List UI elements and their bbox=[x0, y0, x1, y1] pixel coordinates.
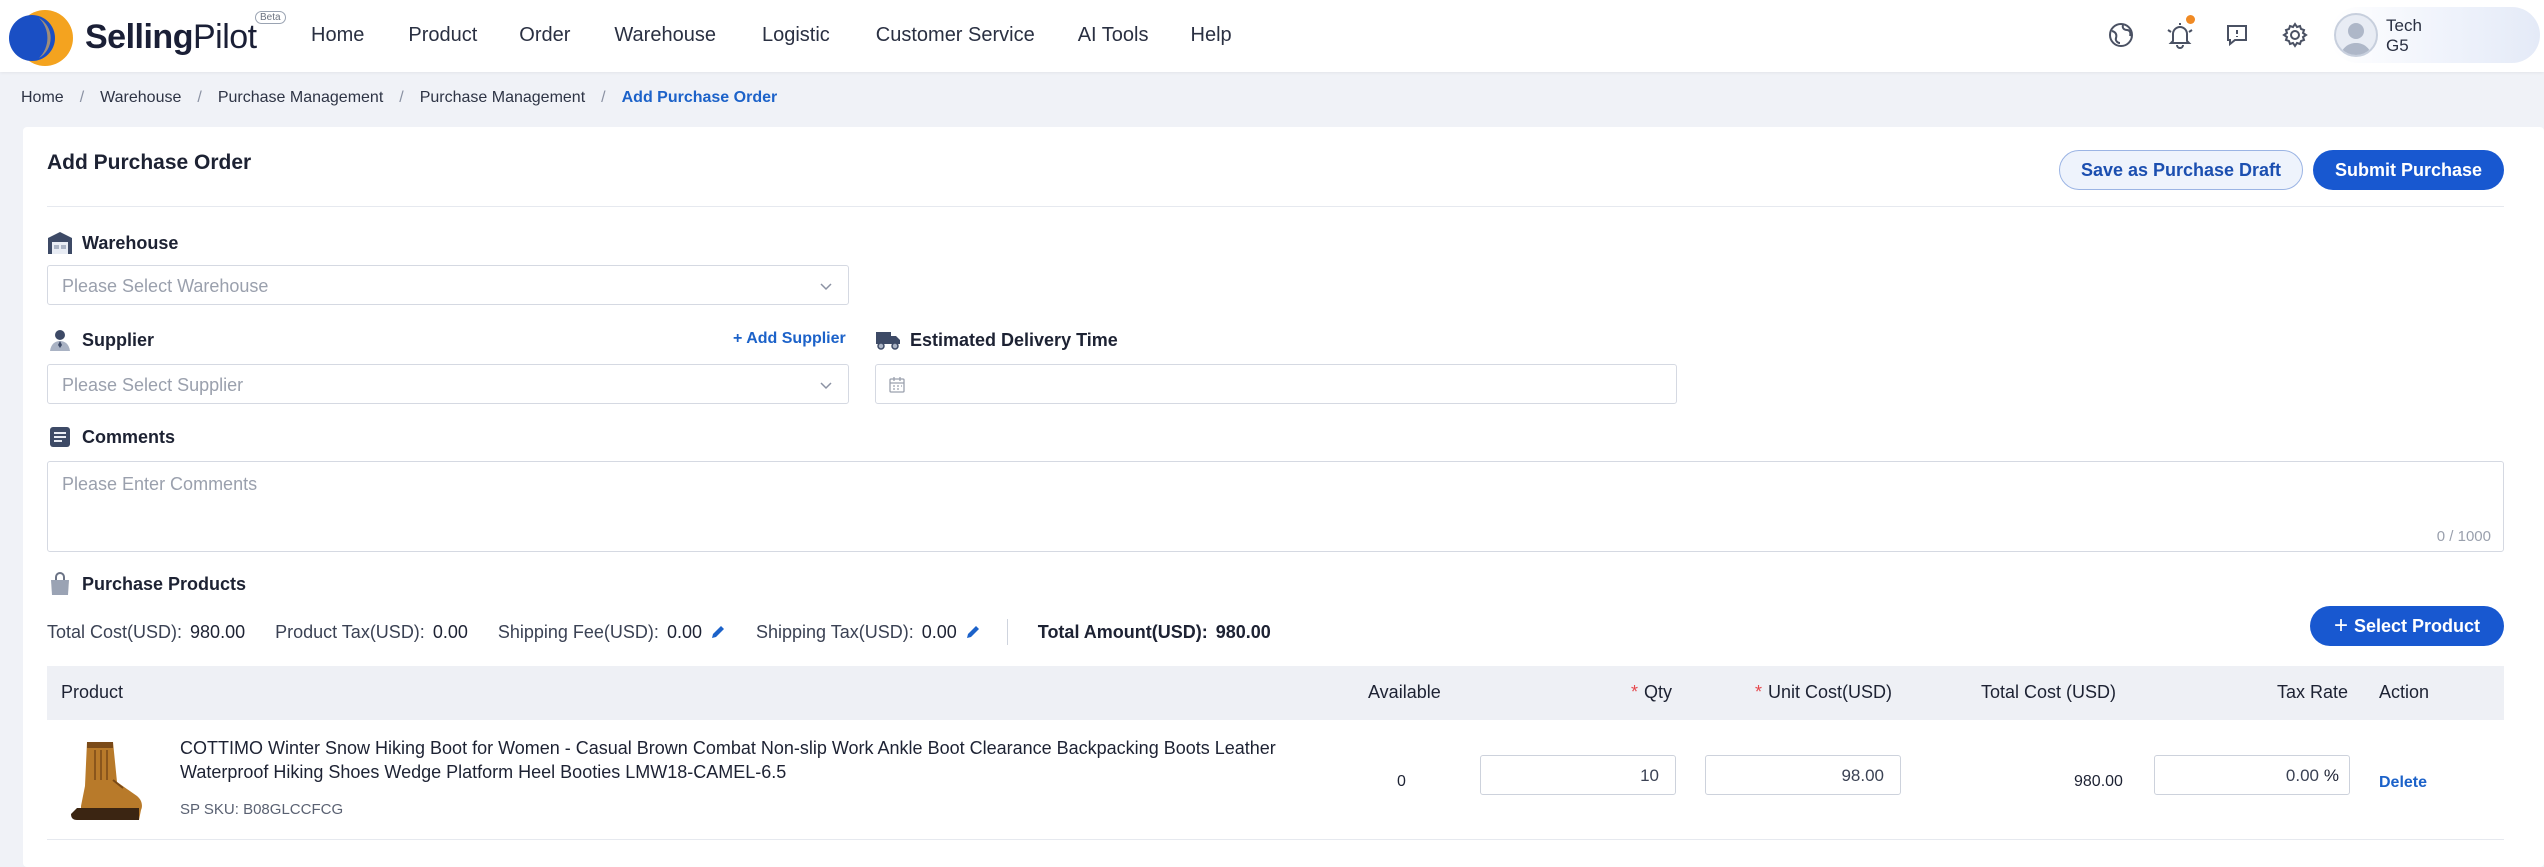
user-name: Tech G5 bbox=[2386, 16, 2422, 55]
add-purchase-order-card: Add Purchase Order Save as Purchase Draf… bbox=[23, 127, 2544, 867]
breadcrumb-home[interactable]: Home bbox=[21, 89, 64, 107]
nav-product[interactable]: Product bbox=[408, 24, 477, 47]
delete-row-button[interactable]: Delete bbox=[2379, 774, 2427, 792]
comments-label: Comments bbox=[47, 424, 175, 450]
col-product: Product bbox=[61, 682, 124, 702]
col-available: Available bbox=[1368, 682, 1441, 702]
submit-purchase-button[interactable]: Submit Purchase bbox=[2313, 150, 2504, 190]
col-tax-rate: Tax Rate bbox=[2277, 682, 2349, 702]
plus-icon: + bbox=[2333, 612, 2348, 639]
edit-shipping-fee-icon[interactable] bbox=[710, 624, 726, 640]
product-title: COTTIMO Winter Snow Hiking Boot for Wome… bbox=[180, 738, 1276, 782]
col-qty: * Qty bbox=[1631, 682, 1673, 702]
edit-shipping-tax-icon[interactable] bbox=[965, 624, 981, 640]
truck-icon bbox=[875, 327, 901, 353]
product-tax: Product Tax(USD): 0.00 bbox=[275, 621, 468, 642]
breadcrumb: Home / Warehouse / Purchase Management /… bbox=[21, 89, 777, 107]
breadcrumb-purchase-management[interactable]: Purchase Management bbox=[218, 89, 383, 107]
comments-counter: 0 / 1000 bbox=[2436, 528, 2491, 545]
page-title: Add Purchase Order bbox=[47, 151, 252, 174]
user-menu[interactable]: Tech G5 bbox=[2330, 7, 2540, 63]
col-unit-cost: * Unit Cost(USD) bbox=[1755, 682, 1893, 702]
breadcrumb-separator: / bbox=[197, 89, 202, 106]
qty-input[interactable]: 10 bbox=[1480, 755, 1676, 795]
col-action: Action bbox=[2379, 682, 2430, 702]
warehouse-icon bbox=[47, 230, 73, 256]
shipping-tax: Shipping Tax(USD): 0.00 bbox=[756, 622, 981, 643]
totals-summary: Total Cost(USD): 980.00 Product Tax(USD):… bbox=[47, 619, 1301, 645]
row-total-cost: 980.00 bbox=[2074, 773, 2123, 790]
shopping-bag-icon bbox=[47, 571, 73, 597]
breadcrumb-separator: / bbox=[399, 89, 404, 106]
breadcrumb-current: Add Purchase Order bbox=[621, 89, 778, 106]
comments-textarea[interactable]: Please Enter Comments 0 / 1000 bbox=[47, 461, 2504, 552]
nav-customer-service[interactable]: Customer Service bbox=[876, 24, 1035, 47]
supplier-select[interactable]: Please Select Supplier bbox=[47, 364, 849, 404]
breadcrumb-separator: / bbox=[79, 89, 85, 106]
breadcrumb-warehouse[interactable]: Warehouse bbox=[100, 89, 181, 107]
warehouse-label: Warehouse bbox=[47, 230, 178, 256]
nav-logistic[interactable]: Logistic bbox=[762, 24, 830, 47]
percent-suffix: % bbox=[2323, 766, 2339, 785]
delivery-time-label: Estimated Delivery Time bbox=[875, 327, 1118, 353]
table-header: Product Available * Qty * Unit Cost(USD) T… bbox=[47, 666, 2504, 720]
nav-help[interactable]: Help bbox=[1191, 24, 1232, 47]
chevron-down-icon bbox=[820, 283, 832, 291]
table-row: COTTIMO Winter Snow Hiking Boot for Wome… bbox=[47, 720, 2504, 840]
supplier-icon bbox=[47, 327, 73, 353]
col-total-cost: Total Cost (USD) bbox=[1981, 682, 2117, 702]
supplier-label: Supplier bbox=[47, 327, 154, 353]
unit-cost-input[interactable]: 98.00 bbox=[1705, 755, 1901, 795]
logo-mark-icon bbox=[9, 10, 73, 66]
purchase-products-label: Purchase Products bbox=[47, 571, 246, 597]
save-draft-button[interactable]: Save as Purchase Draft bbox=[2059, 150, 2303, 190]
shipping-fee: Shipping Fee(USD): 0.00 bbox=[498, 622, 726, 643]
product-sku: SP SKU: B08GLCCFCG bbox=[180, 801, 344, 818]
add-supplier-link[interactable]: + Add Supplier bbox=[733, 330, 846, 348]
nav-home[interactable]: Home bbox=[311, 24, 364, 47]
comments-icon bbox=[47, 424, 73, 450]
gear-icon[interactable] bbox=[2280, 20, 2310, 50]
nav-ai-tools[interactable]: AI Tools bbox=[1078, 24, 1149, 47]
nav-warehouse[interactable]: Warehouse bbox=[614, 24, 716, 47]
globe-icon[interactable] bbox=[2106, 20, 2136, 50]
calendar-icon bbox=[889, 377, 905, 393]
breadcrumb-purchase-management-2[interactable]: Purchase Management bbox=[420, 89, 585, 107]
total-cost: Total Cost(USD): 980.00 bbox=[47, 621, 246, 642]
available-value: 0 bbox=[1397, 773, 1406, 790]
main-nav: Home Product Order Warehouse Logistic Cu… bbox=[311, 0, 1284, 70]
avatar bbox=[2334, 13, 2378, 57]
totals-divider bbox=[1006, 619, 1008, 645]
bell-icon[interactable] bbox=[2165, 15, 2195, 50]
chevron-down-icon bbox=[820, 382, 832, 390]
nav-order[interactable]: Order bbox=[519, 24, 570, 47]
brand-logo[interactable]: SellingPilot Beta bbox=[9, 6, 286, 66]
breadcrumb-separator: / bbox=[601, 89, 606, 106]
total-amount: Total Amount(USD): 980.00 bbox=[1037, 621, 1271, 642]
product-image bbox=[71, 742, 142, 820]
select-product-button[interactable]: + Select Product bbox=[2310, 606, 2504, 646]
warehouse-select[interactable]: Please Select Warehouse bbox=[47, 265, 849, 305]
top-navbar: SellingPilot Beta Home Product Order War… bbox=[0, 0, 2544, 72]
brand-name: SellingPilot bbox=[85, 18, 257, 56]
delivery-date-picker[interactable] bbox=[875, 364, 1677, 404]
beta-badge: Beta bbox=[255, 11, 286, 24]
feedback-icon[interactable] bbox=[2222, 20, 2252, 50]
tax-rate-input[interactable]: 0.00 % bbox=[2154, 755, 2350, 795]
header-divider bbox=[47, 206, 2504, 207]
notification-dot bbox=[2186, 15, 2195, 24]
